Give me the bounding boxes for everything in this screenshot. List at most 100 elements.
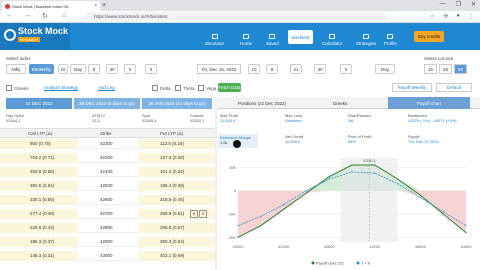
tab-positions[interactable]: Positions (22 Dec 2022) (228, 98, 296, 109)
minimize-icon[interactable]: — (440, 1, 446, 8)
nav-home[interactable]: Home (240, 23, 252, 50)
new-tab-icon[interactable]: + (102, 2, 106, 9)
sell-toggle[interactable]: S (199, 210, 207, 218)
nav-saved[interactable]: Saved (266, 23, 279, 50)
y-tick-label: 10K (229, 165, 236, 170)
fetch-data-button[interactable]: Fetch Data (218, 83, 241, 92)
time-field-11[interactable]: 0 (340, 64, 352, 74)
call-cell[interactable]: 392.5 (0.61) (0, 181, 78, 191)
strike-value: 42600 (100, 197, 113, 202)
call-cell[interactable]: 186.3 (0.37) (0, 237, 78, 247)
browser-tab[interactable]: Stock Mock | Backtest Index Str... × (2, 1, 100, 11)
table-row[interactable]: 277.4 (0.49) 42700 259.9 (0.51) B S (0, 209, 215, 219)
url-field[interactable]: https://www.stockmock.in/#!/backtest (86, 12, 386, 21)
put-cell[interactable]: 195.4 (0.39) (138, 181, 215, 191)
table-row[interactable]: 226.6 (0.43) 42800 295.5 (0.57) (0, 223, 215, 233)
lot-15[interactable]: 15 (424, 64, 437, 74)
put-cell[interactable]: 295.5 (0.57) (138, 223, 215, 233)
table-row[interactable]: 800 (0.75) 42200 113.5 (0.25) (0, 139, 215, 149)
put-cell[interactable]: 161.4 (0.34) (138, 167, 215, 177)
star-icon[interactable]: ☆ (430, 13, 435, 20)
expiry-tab-2[interactable]: 29 DEC 2022 (6 days to go) (74, 98, 140, 109)
call-cell[interactable]: 704.2 (0.71) (0, 153, 78, 163)
time-field-1[interactable]: 10 (58, 64, 68, 74)
index-banknifty[interactable]: BankNifty (29, 64, 54, 74)
greeks-checkbox[interactable]: Greeks (6, 85, 29, 91)
profile-icon[interactable]: ● (456, 13, 460, 20)
time-field-9[interactable]: 11 (290, 64, 302, 74)
select-index-label: Select index (6, 56, 31, 61)
index-nifty[interactable]: Nifty (6, 64, 26, 74)
time-field-6[interactable]: 0 (145, 64, 157, 74)
table-row[interactable]: 392.5 (0.61) 42500 195.4 (0.39) (0, 181, 215, 191)
nav-simulator[interactable]: Simulator (205, 23, 224, 50)
lot-50[interactable]: 50 (454, 64, 467, 74)
nav-calculator[interactable]: Calculator (322, 23, 342, 50)
table-row[interactable]: 145.3 (0.31) 43000 402.1 (0.69) (0, 251, 215, 261)
expiry-sub: (6 days to go) (107, 101, 135, 106)
maximize-icon[interactable]: ❐ (456, 1, 461, 8)
buy-toggle[interactable]: B (190, 210, 198, 218)
spot: Spot 42945.5 (142, 113, 156, 123)
vega-checkbox[interactable]: Vega (198, 85, 216, 91)
put-cell[interactable]: 350.3 (0.64) (138, 237, 215, 247)
put-cell[interactable]: 218.5 (0.45) (138, 195, 215, 205)
home-icon[interactable]: ⌂ (62, 12, 66, 19)
default-select[interactable]: Default (436, 83, 472, 92)
reload-icon[interactable]: ↻ (42, 12, 48, 20)
time-field-10[interactable]: 30 (314, 64, 326, 74)
call-cell[interactable]: 145.3 (0.31) (0, 251, 78, 261)
table-row[interactable]: 450.8 (0.66) 42400 161.4 (0.34) (0, 167, 215, 177)
table-row[interactable]: 704.2 (0.71) 42300 137.3 (0.28) (0, 153, 215, 163)
call-cell[interactable]: 226.6 (0.43) (0, 223, 78, 233)
time-field-2[interactable]: Day (70, 64, 86, 74)
data-point (442, 211, 444, 213)
close-window-icon[interactable]: ✕ (471, 1, 476, 8)
strike-value: 42800 (100, 225, 113, 230)
expiry-tab-3[interactable]: 26 JAN 2023 (41 days to go) (142, 98, 212, 109)
call-cell[interactable]: 450.8 (0.66) (0, 167, 78, 177)
table-row[interactable]: 186.3 (0.37) 42900 350.3 (0.64) (0, 237, 215, 247)
close-tab-icon[interactable]: × (94, 3, 97, 9)
nav-backtest[interactable]: Backtest (288, 30, 314, 44)
call-ltp: 450.8 (0.66) (30, 169, 55, 174)
nav-strategies[interactable]: Strategies (356, 23, 376, 50)
logo[interactable]: Stock Mock Simulated (0, 23, 70, 50)
duration-select[interactable]: Day (375, 64, 395, 74)
theta-checkbox[interactable]: Theta (175, 85, 195, 91)
time-field-5[interactable]: 0 (124, 64, 136, 74)
add-leg-link[interactable]: Add Leg (98, 85, 115, 90)
nav-label: Strategies (356, 41, 377, 46)
payoff-weekly-select[interactable]: Payoff Weekly (392, 83, 432, 92)
tab-greeks[interactable]: Greeks (320, 98, 360, 109)
call-cell[interactable]: 800 (0.75) (0, 139, 78, 149)
lot-25[interactable]: 25 (439, 64, 452, 74)
extensions-icon[interactable]: ✣ (443, 13, 448, 20)
forward-icon[interactable]: → (24, 12, 31, 19)
menu-icon[interactable]: ⋮ (468, 13, 474, 20)
payoff-chart[interactable]: 10K 0 -10K -20K 42000 42400 42800 43200 43600 440… (218, 150, 480, 270)
put-cell[interactable]: 113.5 (0.25) (138, 139, 215, 149)
date-picker[interactable]: Fri, Dec 16, 2022 (197, 64, 241, 74)
put-cell[interactable]: 137.3 (0.28) (138, 153, 215, 163)
nav-profile[interactable]: Profile (384, 23, 397, 50)
time-field-4[interactable]: 30 (106, 64, 118, 74)
call-cell[interactable]: 277.4 (0.49) (0, 209, 78, 219)
back-icon[interactable]: ← (6, 12, 13, 19)
time-field-3[interactable]: 9 (88, 64, 100, 74)
delta-checkbox[interactable]: Delta (152, 85, 171, 91)
buy-credits-button[interactable]: Buy credits (414, 31, 444, 42)
x-tick-label: 43200 (369, 244, 381, 249)
put-cell[interactable]: 402.1 (0.69) (138, 251, 215, 261)
table-row[interactable]: 330.1 (0.55) 42600 218.5 (0.45) (0, 195, 215, 205)
nav-label: Home (240, 41, 253, 46)
tab-payoff-chart[interactable]: Payoff chart (388, 97, 470, 109)
call-cell[interactable]: 330.1 (0.55) (0, 195, 78, 205)
stat-value: 11,000.0 (285, 139, 301, 144)
time-field-8[interactable]: 9 (266, 64, 278, 74)
strike-value: 42400 (100, 169, 113, 174)
time-field-7[interactable]: 10 (248, 64, 260, 74)
analyze-strategy-link[interactable]: Analyze Strategy (44, 85, 78, 90)
home-nav-icon (243, 34, 249, 39)
expiry-tab-1[interactable]: 22 DEC 2022 (6, 98, 72, 109)
